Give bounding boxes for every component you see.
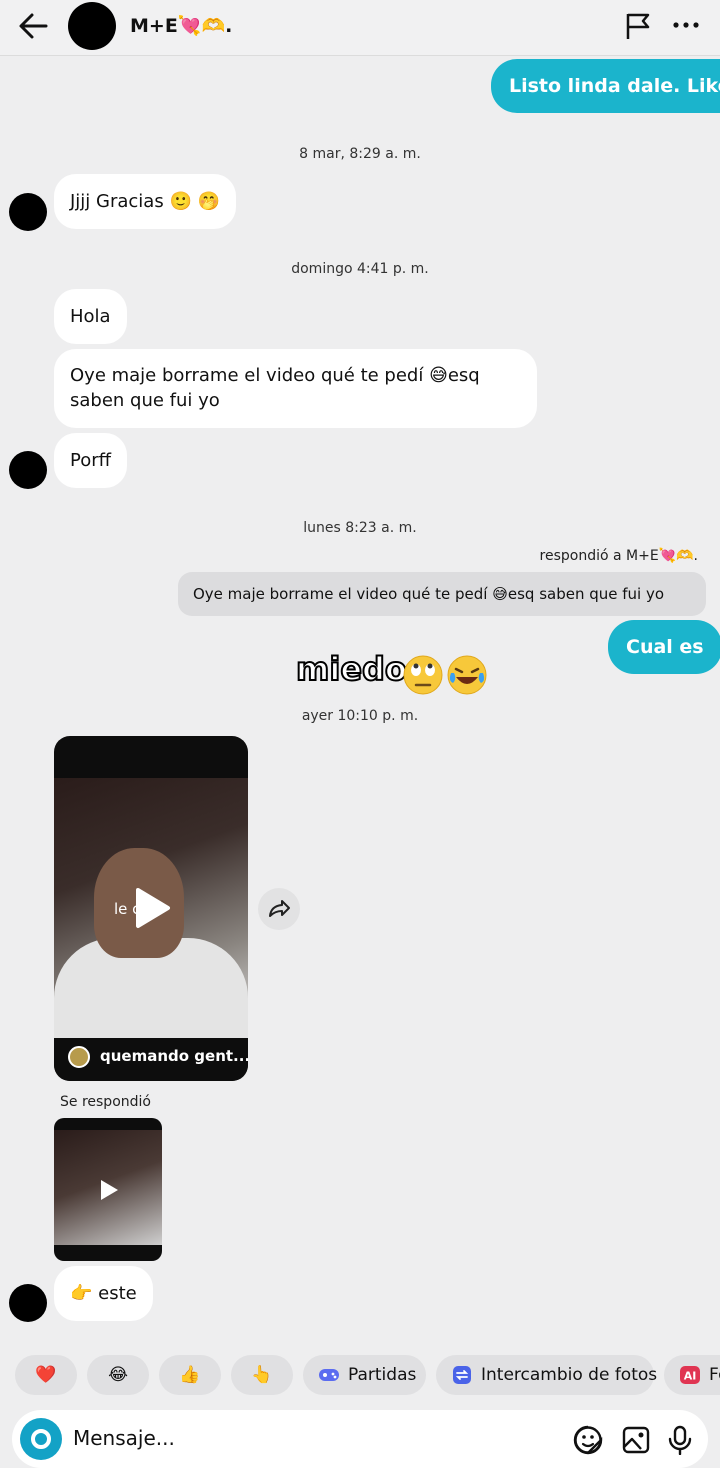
chip-partidas[interactable]: Partidas: [303, 1355, 426, 1395]
chip-heart[interactable]: ❤️: [15, 1355, 77, 1395]
reply-quote[interactable]: Oye maje borrame el video qué te pedí 😅e…: [178, 572, 706, 616]
avatar[interactable]: [9, 451, 47, 489]
svg-text:AI: AI: [684, 1370, 697, 1383]
video-footer: quemando gent...: [54, 1038, 248, 1081]
camera-button[interactable]: [20, 1418, 62, 1460]
gallery-icon[interactable]: [621, 1425, 651, 1455]
share-button[interactable]: [258, 888, 300, 930]
avatar[interactable]: [9, 193, 47, 231]
camera-icon: [31, 1429, 51, 1449]
chip-label: Partidas: [348, 1365, 417, 1385]
quick-replies: ❤️ 😂 👍 👆 Partidas Intercambio de fotos A…: [0, 1355, 720, 1395]
chip-ai[interactable]: AI Fo: [664, 1355, 720, 1395]
timestamp: domingo 4:41 p. m.: [291, 261, 429, 277]
play-icon: [101, 1180, 118, 1200]
share-icon: [269, 900, 290, 917]
chip-label: Intercambio de fotos: [481, 1365, 658, 1385]
sticker-icon[interactable]: [573, 1425, 603, 1455]
incoming-message[interactable]: Porff: [54, 433, 128, 488]
laughing-emoji-icon: [447, 655, 487, 695]
chip-photo-exchange[interactable]: Intercambio de fotos: [436, 1355, 658, 1395]
chat-title[interactable]: M+E💘🫶.: [130, 14, 232, 37]
sticker-text: miedo: [295, 649, 408, 689]
play-icon[interactable]: [132, 886, 172, 930]
timestamp: lunes 8:23 a. m.: [303, 520, 417, 536]
video-title[interactable]: quemando gent...: [100, 1047, 248, 1065]
more-icon[interactable]: [670, 10, 702, 40]
video-message[interactable]: le c tu quemando gent...: [54, 736, 248, 1081]
outgoing-message[interactable]: Cual es: [608, 620, 720, 674]
flag-icon[interactable]: [624, 11, 652, 41]
photo-swap-icon: [453, 1366, 471, 1384]
incoming-message[interactable]: Jjjj Gracias 🙂 🤭: [54, 174, 236, 229]
outgoing-message[interactable]: Listo linda dale. Like: [491, 59, 720, 113]
message-input[interactable]: Mensaje...: [73, 1426, 175, 1450]
chip-label: Fo: [709, 1365, 720, 1385]
incoming-message[interactable]: 👉 este: [54, 1266, 153, 1321]
chip-laugh[interactable]: 😂: [87, 1355, 149, 1395]
arrow-left-icon[interactable]: [16, 10, 52, 42]
chip-thumbs-up[interactable]: 👍: [159, 1355, 221, 1395]
timestamp: 8 mar, 8:29 a. m.: [299, 146, 421, 162]
message-line: Oye maje borrame el video qué te pedí 😅e…: [70, 365, 480, 386]
timestamp: ayer 10:10 p. m.: [301, 708, 419, 724]
message-composer: Mensaje...: [12, 1410, 708, 1468]
incoming-message[interactable]: Oye maje borrame el video qué te pedí 😅e…: [54, 349, 537, 428]
eye-roll-emoji-icon: [403, 655, 443, 695]
avatar[interactable]: [9, 1284, 47, 1322]
sound-avatar-icon: [68, 1046, 90, 1068]
reply-video-thumbnail[interactable]: [54, 1118, 162, 1261]
ai-icon: AI: [680, 1366, 700, 1384]
message-line: saben que fui yo: [70, 390, 220, 411]
chip-point-up[interactable]: 👆: [231, 1355, 293, 1395]
gamepad-icon: [319, 1369, 339, 1381]
chat-header: M+E💘🫶.: [0, 0, 720, 56]
reply-label: respondió a M+E💘🫶.: [539, 548, 698, 564]
avatar[interactable]: [68, 2, 116, 50]
microphone-icon[interactable]: [665, 1425, 695, 1455]
self-replied-label: Se respondió: [60, 1094, 151, 1110]
incoming-message[interactable]: Hola: [54, 289, 127, 344]
